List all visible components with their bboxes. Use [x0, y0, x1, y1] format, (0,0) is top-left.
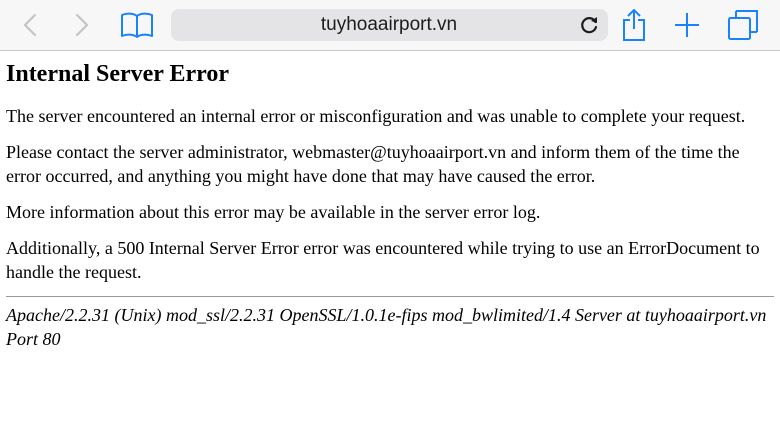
- bookmarks-button[interactable]: [118, 0, 156, 50]
- divider: [6, 296, 774, 297]
- log-paragraph: More information about this error may be…: [6, 202, 541, 222]
- tabs-button[interactable]: [724, 0, 762, 50]
- back-button[interactable]: [14, 0, 46, 50]
- share-icon: [623, 9, 645, 41]
- contact-paragraph: Please contact the server administrator,…: [6, 142, 740, 186]
- chevron-right-icon: [75, 13, 89, 37]
- share-button[interactable]: [618, 0, 650, 50]
- tabs-icon: [728, 10, 758, 40]
- reload-button[interactable]: [578, 14, 600, 36]
- address-bar[interactable]: tuyhoaairport.vn: [171, 9, 608, 41]
- forward-button[interactable]: [66, 0, 98, 50]
- chevron-left-icon: [23, 13, 37, 37]
- plus-icon: [675, 13, 699, 37]
- new-tab-button[interactable]: [670, 0, 704, 50]
- page-content: Internal Server Error The server encount…: [6, 56, 774, 351]
- server-signature: Apache/2.2.31 (Unix) mod_ssl/2.2.31 Open…: [6, 305, 767, 349]
- reload-icon: [581, 17, 598, 34]
- browser-toolbar: tuyhoaairport.vn: [0, 0, 780, 51]
- errordocument-paragraph: Additionally, a 500 Internal Server Erro…: [6, 238, 760, 282]
- page-title: Internal Server Error: [6, 61, 230, 87]
- error-paragraph: The server encountered an internal error…: [6, 106, 746, 126]
- book-icon: [121, 12, 153, 38]
- url-text: tuyhoaairport.vn: [320, 14, 458, 35]
